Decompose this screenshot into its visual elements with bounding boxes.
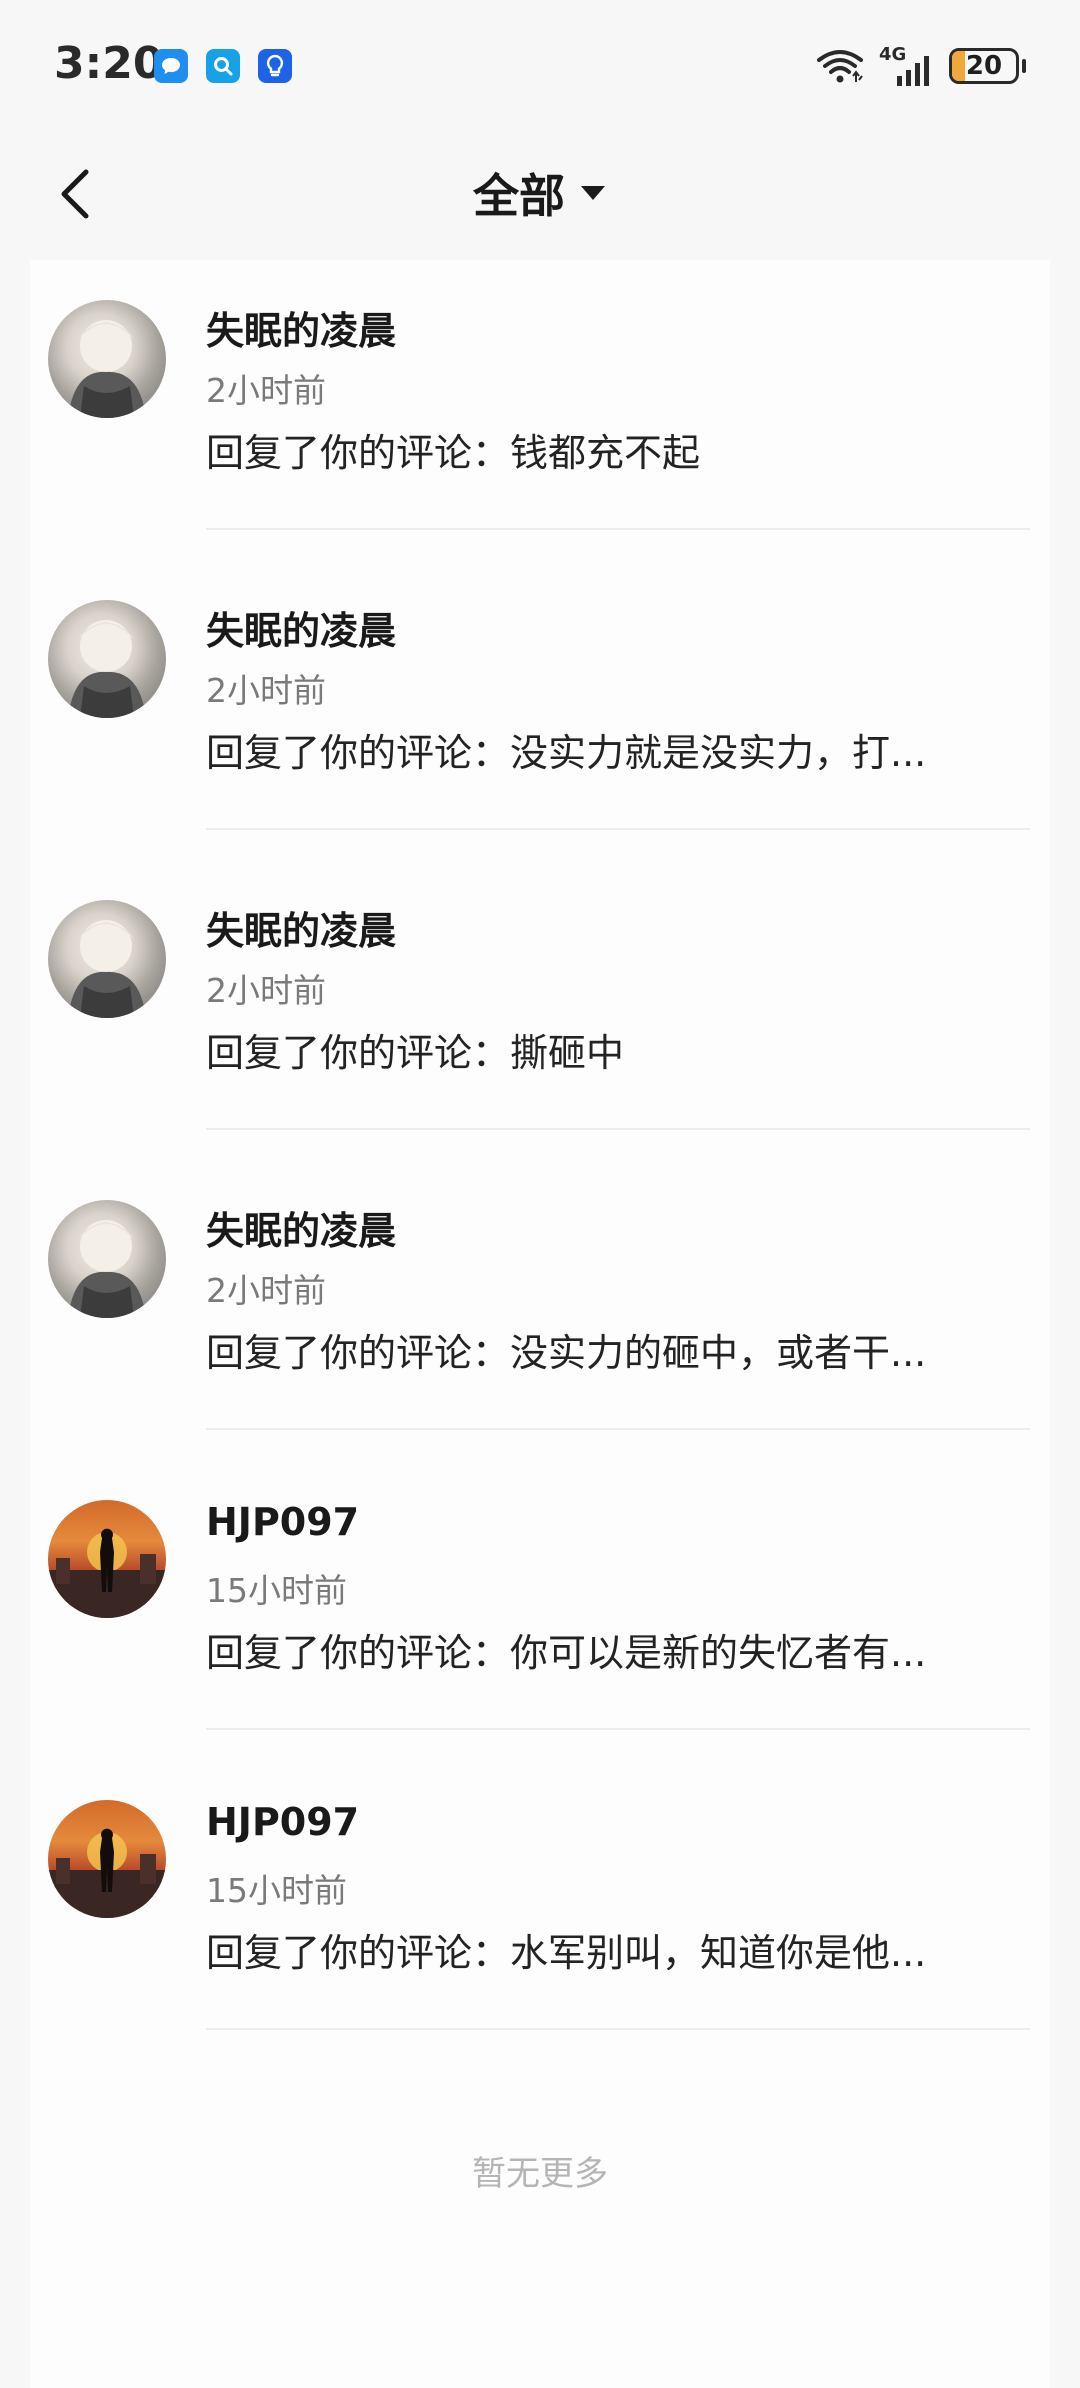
timestamp: 2小时前: [206, 1271, 326, 1310]
bulb-app-icon: [258, 49, 292, 83]
username[interactable]: HJP097: [206, 1500, 359, 1544]
battery-tip: [1022, 59, 1026, 73]
divider: [206, 528, 1030, 530]
avatar-image: [68, 620, 146, 718]
page-title: 全部: [473, 169, 565, 223]
status-time: 3:20: [54, 38, 164, 89]
username[interactable]: 失眠的凌晨: [206, 300, 396, 355]
status-bar: 3:20 4G 20: [0, 0, 1080, 130]
wifi-icon: [817, 50, 863, 83]
notification-row[interactable]: 失眠的凌晨 2小时前回复了你的评论：钱都充不起: [0, 260, 1080, 560]
reply-text[interactable]: 回复了你的评论：没实力的砸中，或者干...: [206, 1322, 1026, 1377]
no-more-text: 暂无更多: [472, 2154, 608, 2194]
battery-body: 20: [949, 48, 1019, 84]
avatar[interactable]: [48, 300, 166, 418]
timestamp: 2小时前: [206, 971, 326, 1010]
filter-dropdown[interactable]: 全部: [0, 160, 1080, 226]
avatar-image: [68, 920, 146, 1018]
divider: [206, 828, 1030, 830]
avatar[interactable]: [48, 1200, 166, 1318]
username[interactable]: 失眠的凌晨: [206, 1200, 396, 1255]
avatar-image: [48, 1528, 166, 1618]
status-right-group: 4G 20: [815, 44, 1026, 88]
reply-text[interactable]: 回复了你的评论：水军别叫，知道你是他...: [206, 1922, 1026, 1977]
avatar-image: [68, 1220, 146, 1318]
avatar-image: [68, 320, 146, 418]
divider: [206, 1128, 1030, 1130]
timestamp: 15小时前: [206, 1871, 347, 1910]
username[interactable]: HJP097: [206, 1800, 359, 1844]
username[interactable]: 失眠的凌晨: [206, 900, 396, 955]
divider: [206, 1728, 1030, 1730]
notification-row[interactable]: 失眠的凌晨 2小时前回复了你的评论：撕砸中: [0, 860, 1080, 1160]
reply-text[interactable]: 回复了你的评论：撕砸中: [206, 1022, 1026, 1077]
timestamp: 2小时前: [206, 671, 326, 710]
notification-row[interactable]: 失眠的凌晨 2小时前回复了你的评论：没实力的砸中，或者干...: [0, 1160, 1080, 1460]
avatar[interactable]: [48, 1800, 166, 1918]
divider: [206, 2028, 1030, 2030]
avatar[interactable]: [48, 600, 166, 718]
notification-row[interactable]: 失眠的凌晨 2小时前回复了你的评论：没实力就是没实力，打...: [0, 560, 1080, 860]
username[interactable]: 失眠的凌晨: [206, 600, 396, 655]
notification-row[interactable]: HJP097 15小时前回复了你的评论：水军别叫，知道你是他...: [0, 1760, 1080, 2060]
avatar-image: [48, 1828, 166, 1918]
battery-fill: [952, 51, 965, 81]
timestamp: 2小时前: [206, 371, 326, 410]
reply-text[interactable]: 回复了你的评论：你可以是新的失忆者有...: [206, 1622, 1026, 1677]
caret-down-icon: [581, 186, 605, 200]
avatar[interactable]: [48, 900, 166, 1018]
reply-text[interactable]: 回复了你的评论：钱都充不起: [206, 422, 1026, 477]
search-app-icon: [206, 49, 240, 83]
message-app-icon: [154, 49, 188, 83]
notification-list: 失眠的凌晨 2小时前 回复了你的评论：钱都充不起 失眠的凌晨 2小时前 回复了你的评论：没…: [0, 260, 1080, 2060]
battery-level: 20: [965, 51, 1003, 81]
signal-icon: [897, 56, 929, 86]
signal-group: 4G: [879, 44, 935, 88]
battery-icon: 20: [949, 48, 1026, 84]
timestamp: 15小时前: [206, 1571, 347, 1610]
top-nav-bar: 全部: [0, 130, 1080, 260]
avatar[interactable]: [48, 1500, 166, 1618]
divider: [206, 1428, 1030, 1430]
notification-row[interactable]: HJP097 15小时前回复了你的评论：你可以是新的失忆者有...: [0, 1460, 1080, 1760]
reply-text[interactable]: 回复了你的评论：没实力就是没实力，打...: [206, 722, 1026, 777]
